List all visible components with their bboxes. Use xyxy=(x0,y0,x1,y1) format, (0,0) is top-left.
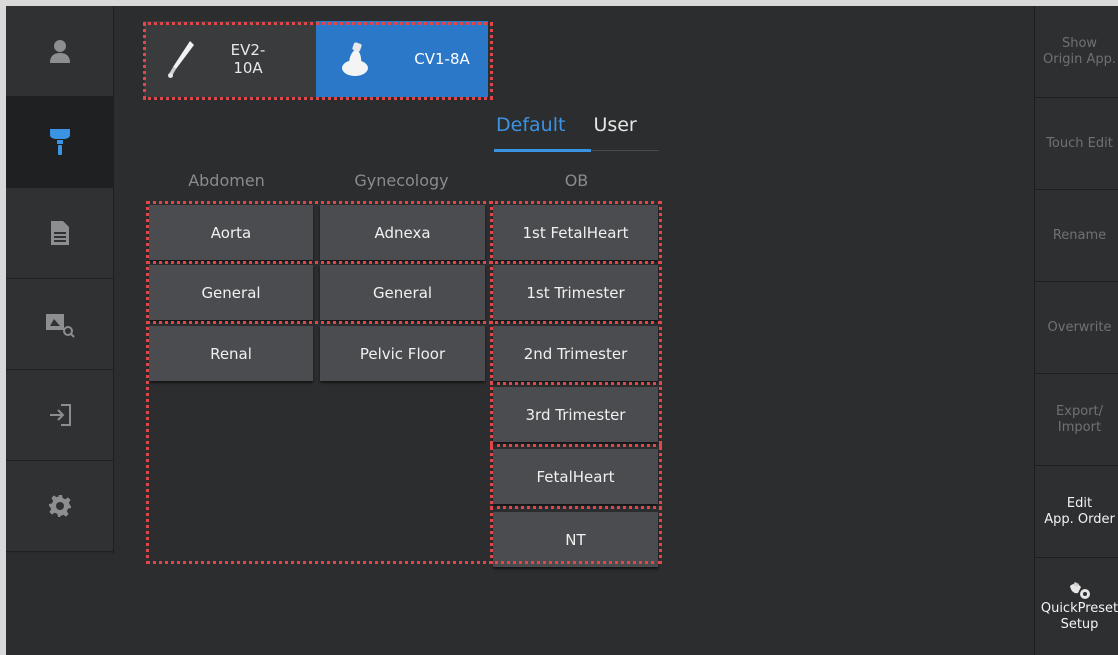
export-import-button[interactable]: Export/ Import xyxy=(1035,374,1118,466)
probe-gear-icon xyxy=(1069,582,1090,599)
sidebar-item-patient[interactable] xyxy=(6,6,113,97)
grid-row-divider xyxy=(490,444,662,447)
user-icon xyxy=(49,40,70,63)
probe-selector: EV2-10A CV1-8A xyxy=(144,21,489,97)
probe-ev2-10a[interactable]: EV2-10A xyxy=(144,21,316,97)
preset-ob-3rd-trimester[interactable]: 3rd Trimester xyxy=(493,387,658,442)
right-action-panel: Show Origin App. Touch Edit Rename Overw… xyxy=(1034,6,1118,655)
grid-row-divider xyxy=(490,382,662,385)
edit-app-order-button[interactable]: Edit App. Order xyxy=(1035,466,1118,558)
convex-probe-icon xyxy=(342,42,368,76)
preset-ob-1st-fetalheart[interactable]: 1st FetalHeart xyxy=(493,205,658,260)
preset-gynecology-general[interactable]: General xyxy=(320,265,485,320)
preset-ob-2nd-trimester[interactable]: 2nd Trimester xyxy=(493,326,658,381)
left-sidebar xyxy=(6,6,114,554)
quickpreset-setup-label: QuickPreset Setup xyxy=(1040,601,1118,632)
login-icon xyxy=(49,404,71,426)
probe-label: CV1-8A xyxy=(414,50,470,68)
endocavity-probe-icon xyxy=(168,41,194,78)
preset-gynecology-adnexa[interactable]: Adnexa xyxy=(320,205,485,260)
sidebar-item-import[interactable] xyxy=(6,370,113,461)
tab-default[interactable]: Default xyxy=(494,114,567,152)
grid-row-divider xyxy=(490,506,662,509)
column-header-abdomen: Abdomen xyxy=(188,171,265,190)
preset-gynecology-pelvic-floor[interactable]: Pelvic Floor xyxy=(320,326,485,381)
preset-ob-fetalheart[interactable]: FetalHeart xyxy=(493,449,658,504)
preset-ob-nt[interactable]: NT xyxy=(493,512,658,567)
app-frame: EV2-10A CV1-8A Default User Abdomen Gyne… xyxy=(0,0,1118,655)
sidebar-item-report[interactable] xyxy=(6,188,113,279)
rename-button[interactable]: Rename xyxy=(1035,190,1118,282)
show-origin-app-button[interactable]: Show Origin App. xyxy=(1035,6,1118,98)
column-header-ob: OB xyxy=(564,171,589,190)
probe-cv1-8a[interactable]: CV1-8A xyxy=(316,21,488,97)
preset-tabs: Default User xyxy=(494,114,659,152)
probe-icon xyxy=(49,129,70,155)
grid-row-divider xyxy=(146,261,662,264)
quickpreset-setup-button[interactable]: QuickPreset Setup xyxy=(1035,558,1118,655)
preset-abdomen-general[interactable]: General xyxy=(149,265,313,320)
tab-active-indicator xyxy=(494,149,591,152)
probe-label: EV2-10A xyxy=(230,41,266,77)
sidebar-item-settings[interactable] xyxy=(6,461,113,552)
preset-abdomen-renal[interactable]: Renal xyxy=(149,326,313,381)
tab-user[interactable]: User xyxy=(591,114,638,152)
preset-abdomen-aorta[interactable]: Aorta xyxy=(149,205,313,260)
sidebar-item-review[interactable] xyxy=(6,279,113,370)
gear-icon xyxy=(48,495,71,517)
sidebar-item-probe[interactable] xyxy=(6,97,113,188)
preset-ob-1st-trimester[interactable]: 1st Trimester xyxy=(493,265,658,320)
overwrite-button[interactable]: Overwrite xyxy=(1035,282,1118,374)
image-search-icon xyxy=(45,314,75,338)
document-icon xyxy=(50,221,69,245)
grid-row-divider xyxy=(146,321,662,324)
column-header-gynecology: Gynecology xyxy=(354,171,449,190)
touch-edit-button[interactable]: Touch Edit xyxy=(1035,98,1118,190)
